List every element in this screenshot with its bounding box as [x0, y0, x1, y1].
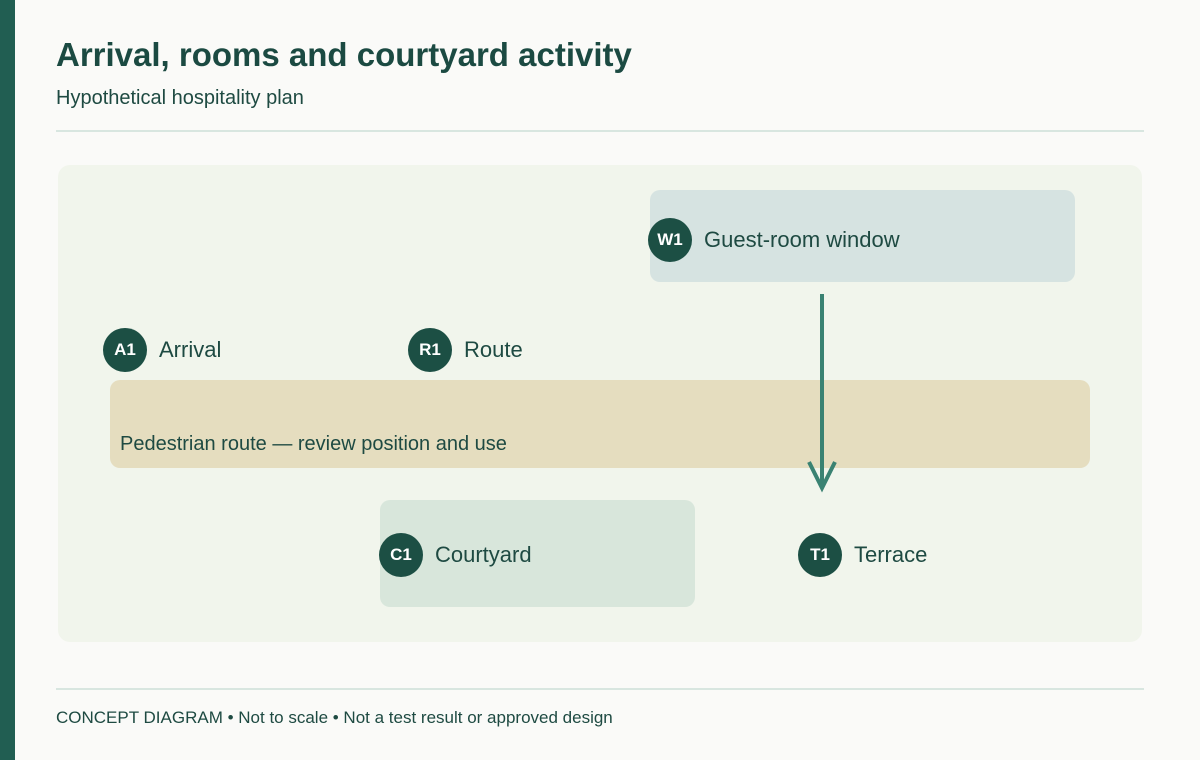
header-divider: [56, 130, 1144, 132]
marker-courtyard: C1 Courtyard: [379, 533, 532, 577]
marker-label-arrival: Arrival: [159, 337, 222, 362]
marker-label-guest-room-window: Guest-room window: [704, 227, 900, 252]
accent-side-bar: [0, 0, 15, 760]
marker-label-courtyard: Courtyard: [435, 542, 532, 567]
marker-arrival: A1 Arrival: [103, 328, 221, 372]
marker-route: R1 Route: [408, 328, 523, 372]
marker-badge-r1: R1: [408, 328, 452, 372]
marker-badge-a1: A1: [103, 328, 147, 372]
marker-badge-t1: T1: [798, 533, 842, 577]
footer-note: CONCEPT DIAGRAM • Not to scale • Not a t…: [56, 708, 613, 727]
marker-label-route: Route: [464, 337, 523, 362]
marker-terrace: T1 Terrace: [798, 533, 927, 577]
marker-guest-room-window: W1 Guest-room window: [648, 218, 900, 262]
marker-label-terrace: Terrace: [854, 542, 928, 567]
page-subtitle: Hypothetical hospitality plan: [56, 87, 304, 109]
footer-divider: [56, 688, 1144, 690]
page-title: Arrival, rooms and courtyard activity: [56, 36, 632, 73]
window-to-terrace-arrow: [807, 294, 837, 493]
marker-badge-w1: W1: [648, 218, 692, 262]
route-zone-caption: Pedestrian route — review position and u…: [120, 433, 507, 455]
marker-badge-c1: C1: [379, 533, 423, 577]
